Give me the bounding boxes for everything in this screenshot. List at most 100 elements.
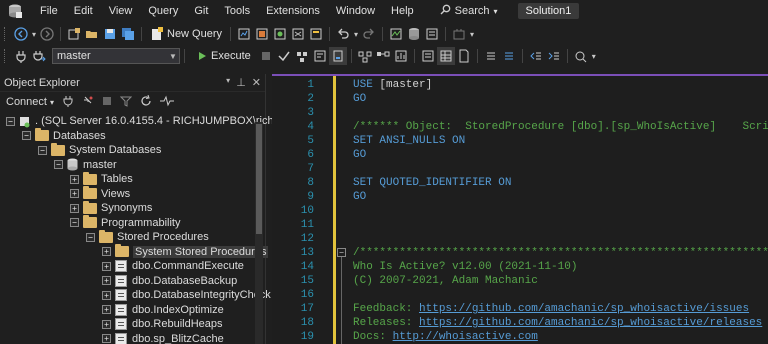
menu-item[interactable]: Help <box>383 0 422 22</box>
dax-query-icon[interactable] <box>307 25 325 43</box>
connect-icon[interactable] <box>12 47 30 65</box>
expand-icon[interactable]: + <box>102 276 111 285</box>
solution-name[interactable]: Solution1 <box>517 3 580 19</box>
collapse-icon[interactable]: − <box>6 116 15 126</box>
undo-icon[interactable] <box>334 25 352 43</box>
scrollbar-thumb[interactable] <box>256 124 262 234</box>
menu-item[interactable]: Query <box>140 0 186 22</box>
uncomment-icon[interactable] <box>500 47 518 65</box>
object-explorer-scrollbar[interactable] <box>255 122 263 344</box>
expand-icon[interactable]: + <box>102 261 111 271</box>
filter-icon[interactable] <box>119 95 133 110</box>
open-folder-icon[interactable] <box>83 25 101 43</box>
collapse-icon[interactable]: − <box>54 160 63 169</box>
new-query-button[interactable]: New Query <box>146 27 226 41</box>
refresh-icon[interactable] <box>140 94 152 110</box>
query-editor[interactable]: 1 2 3 4 5 6 7 8 9 10 11 12 13 14 15 16 17 18 19 − USE [mas… <box>272 74 768 344</box>
expand-icon[interactable]: + <box>70 174 79 184</box>
back-icon[interactable] <box>12 25 30 43</box>
chevron-down-icon[interactable]: ▾ <box>226 76 230 89</box>
intellisense-icon[interactable] <box>328 47 347 65</box>
chevron-down-icon[interactable]: ▾ <box>30 25 38 43</box>
tree-node[interactable]: − Stored Procedures <box>86 229 209 244</box>
tree-node[interactable]: − System Databases <box>38 142 161 157</box>
menu-item[interactable]: Edit <box>66 0 101 22</box>
tree-node[interactable]: + dbo.RebuildHeaps <box>102 317 223 331</box>
expand-icon[interactable]: + <box>102 290 111 300</box>
chevron-down-icon[interactable]: ▾ <box>352 25 360 43</box>
tree-node[interactable]: − Databases <box>22 128 106 143</box>
redo-icon[interactable] <box>360 25 378 43</box>
collapse-icon[interactable]: − <box>22 131 31 140</box>
live-stats-icon[interactable] <box>374 47 392 65</box>
tree-node[interactable]: − master <box>54 158 117 172</box>
menu-item[interactable]: Window <box>328 0 383 22</box>
save-icon[interactable] <box>101 25 119 43</box>
disconnect-icon[interactable] <box>82 95 94 110</box>
query-options-icon[interactable] <box>311 47 329 65</box>
close-icon[interactable]: ✕ <box>252 76 261 89</box>
menu-item[interactable]: Tools <box>216 0 258 22</box>
tree-node[interactable]: + Tables <box>70 171 133 186</box>
expand-icon[interactable]: + <box>70 189 79 198</box>
save-all-icon[interactable] <box>119 25 137 43</box>
chevron-down-icon[interactable]: ▾ <box>590 47 598 65</box>
tree-node[interactable]: + dbo.sp_BlitzCache <box>102 332 224 344</box>
code-hyperlink[interactable]: https://github.com/amachanic/sp_whoisact… <box>419 317 762 329</box>
tree-node[interactable]: + dbo.CommandExecute <box>102 259 244 273</box>
menu-item[interactable]: Git <box>186 0 216 22</box>
dmx-query-icon[interactable] <box>271 25 289 43</box>
expand-icon[interactable]: + <box>102 319 111 329</box>
decrease-indent-icon[interactable] <box>527 47 545 65</box>
expand-icon[interactable]: + <box>102 334 111 343</box>
search-menu[interactable]: Search ▾ <box>434 4 504 18</box>
client-stats-icon[interactable] <box>392 47 410 65</box>
menu-item[interactable]: View <box>101 0 141 22</box>
parse-checkmark-icon[interactable] <box>275 47 293 65</box>
activity-icon[interactable] <box>160 95 174 110</box>
tree-node[interactable]: + dbo.IndexOptimize <box>102 303 224 317</box>
expand-icon[interactable]: + <box>70 203 79 213</box>
activity-monitor-icon[interactable] <box>387 25 405 43</box>
stop-icon[interactable] <box>257 47 275 65</box>
menu-item[interactable]: Extensions <box>258 0 328 22</box>
tree-node[interactable]: + Synonyms <box>70 200 152 215</box>
available-databases-select[interactable]: master ▼ <box>52 48 180 64</box>
menu-item[interactable]: File <box>32 0 66 22</box>
code-hyperlink[interactable]: https://github.com/amachanic/sp_whoisact… <box>419 303 749 315</box>
analysis-query-icon[interactable] <box>235 25 253 43</box>
results-to-grid-icon[interactable] <box>436 47 455 65</box>
tree-node[interactable]: + dbo.DatabaseIntegrityCheck <box>102 288 271 302</box>
properties-icon[interactable] <box>423 25 441 43</box>
estimated-plan-icon[interactable] <box>293 47 311 65</box>
collapse-icon[interactable]: − <box>86 232 95 242</box>
results-to-file-icon[interactable] <box>455 47 473 65</box>
pin-icon[interactable]: ⊥ <box>236 76 246 89</box>
xmla-query-icon[interactable] <box>289 25 307 43</box>
results-to-text-icon[interactable] <box>419 47 437 65</box>
stop-icon[interactable] <box>102 96 112 109</box>
collapse-region-icon[interactable]: − <box>337 248 346 257</box>
tree-node[interactable]: + Views <box>70 186 130 201</box>
execute-button[interactable]: Execute <box>197 50 251 62</box>
collapse-icon[interactable]: − <box>70 218 79 227</box>
collapse-icon[interactable]: − <box>38 145 47 155</box>
tree-node[interactable]: − Programmability <box>70 215 180 230</box>
expand-icon[interactable]: + <box>102 247 111 256</box>
connect-plug-icon[interactable] <box>62 95 74 110</box>
increase-indent-icon[interactable] <box>545 47 563 65</box>
specify-template-values-icon[interactable] <box>572 47 590 65</box>
tree-node[interactable]: − . (SQL Server 16.0.4155.4 - RICHJUMPBOX… <box>6 114 277 128</box>
comment-out-icon[interactable] <box>482 47 500 65</box>
code-area[interactable]: USE [master] GO/****** Object: StoredProc… <box>353 76 768 344</box>
toolbox-icon[interactable] <box>450 25 468 43</box>
chevron-down-icon[interactable]: ▾ <box>468 25 476 43</box>
connect-dropdown[interactable]: Connect ▾ <box>6 96 54 108</box>
expand-icon[interactable]: + <box>102 305 111 314</box>
actual-plan-icon[interactable] <box>356 47 374 65</box>
code-hyperlink[interactable]: http://whoisactive.com <box>393 331 538 343</box>
toolbar-grip[interactable] <box>4 27 8 41</box>
change-connection-icon[interactable] <box>30 47 48 65</box>
toolbar-grip[interactable] <box>4 49 8 63</box>
tree-node[interactable]: + System Stored Procedures <box>102 244 269 259</box>
